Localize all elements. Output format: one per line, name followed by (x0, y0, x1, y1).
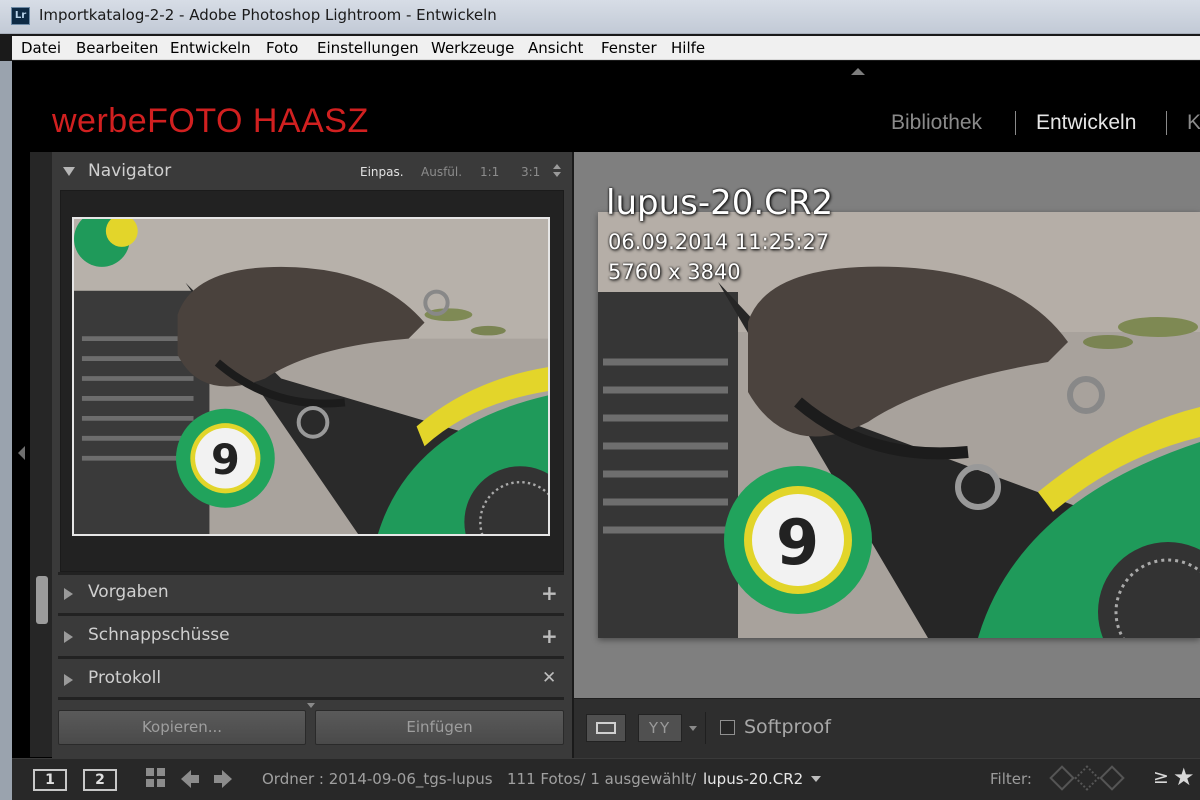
section-separator (58, 697, 564, 700)
section-separator (58, 613, 564, 616)
left-panel-scrollbar[interactable] (36, 576, 48, 624)
panel-schnappschuesse-title[interactable]: Schnappschüsse (88, 625, 230, 645)
filter-label: Filter: (990, 770, 1032, 788)
zoom-fit[interactable]: Einpas. (360, 165, 404, 179)
filmstrip-current-file[interactable]: lupus-20.CR2 (703, 770, 803, 788)
section-separator (58, 572, 564, 575)
add-preset-icon[interactable]: + (541, 581, 558, 605)
primary-screen-button[interactable]: 1 (33, 769, 67, 791)
navigator-preview-image[interactable]: 9 (72, 217, 550, 536)
motorcycle-thumbnail: 9 (74, 219, 548, 534)
panel-protokoll-title[interactable]: Protokoll (88, 668, 161, 688)
photo-datetime-overlay: 06.09.2014 11:25:27 (608, 230, 830, 254)
panel-grip-icon (307, 703, 315, 708)
window-frame-left (0, 61, 12, 800)
menu-fenster[interactable]: Fenster (601, 39, 657, 57)
menu-bearbeiten[interactable]: Bearbeiten (76, 39, 158, 57)
menu-bar: Datei Bearbeiten Entwickeln Foto Einstel… (12, 36, 1200, 60)
before-after-button[interactable]: YY (638, 714, 682, 742)
lightroom-app-icon[interactable]: Lr (11, 7, 30, 25)
menu-ansicht[interactable]: Ansicht (528, 39, 583, 57)
menu-entwickeln[interactable]: Entwickeln (170, 39, 251, 57)
clear-history-icon[interactable]: ✕ (542, 668, 556, 688)
loupe-view-button[interactable] (586, 714, 626, 742)
grid-view-icon[interactable] (146, 768, 166, 788)
window-titlebar: Lr Importkatalog-2-2 - Adobe Photoshop L… (0, 0, 1200, 34)
module-entwickeln[interactable]: Entwickeln (1036, 111, 1136, 135)
secondary-screen-button[interactable]: 2 (83, 769, 117, 791)
next-arrow-icon[interactable] (212, 768, 234, 790)
navigator-title: Navigator (88, 161, 172, 181)
previous-arrow-icon[interactable] (179, 768, 201, 790)
softproof-checkbox[interactable] (720, 720, 735, 735)
module-bibliothek[interactable]: Bibliothek (891, 111, 982, 135)
copy-button[interactable]: Kopieren... (58, 710, 306, 745)
star-rating-icon[interactable]: ★ (1173, 763, 1195, 791)
menu-werkzeuge[interactable]: Werkzeuge (431, 39, 514, 57)
menu-foto[interactable]: Foto (266, 39, 298, 57)
photo-dimensions-overlay: 5760 x 3840 (608, 260, 741, 284)
identity-plate: werbeFOTO HAASZ (52, 102, 369, 140)
zoom-3-1[interactable]: 3:1 (521, 165, 540, 179)
zoom-stepper-icon[interactable] (553, 164, 562, 178)
window-title: Importkatalog-2-2 - Adobe Photoshop Ligh… (39, 6, 497, 24)
toolbar-separator (705, 712, 706, 744)
top-panel-toggle-icon[interactable] (851, 68, 865, 75)
zoom-fill[interactable]: Ausfül. (421, 165, 462, 179)
disclosure-right-icon[interactable] (64, 631, 73, 643)
left-panel-scroll-track (30, 152, 52, 757)
disclosure-down-icon[interactable] (63, 167, 75, 176)
left-panel-collapse-icon[interactable] (18, 446, 25, 460)
svg-text:9: 9 (776, 506, 819, 579)
filmstrip-count: 111 Fotos/ 1 ausgewählt/ (507, 770, 697, 788)
filmstrip-dropdown-icon[interactable] (811, 776, 821, 782)
before-after-dropdown-icon[interactable] (689, 726, 697, 731)
disclosure-right-icon[interactable] (64, 588, 73, 600)
section-separator (58, 656, 564, 659)
paste-button[interactable]: Einfügen (315, 710, 564, 745)
menu-hilfe[interactable]: Hilfe (671, 39, 705, 57)
zoom-1-1[interactable]: 1:1 (480, 165, 499, 179)
menu-datei[interactable]: Datei (21, 39, 61, 57)
module-next[interactable]: K (1187, 111, 1200, 135)
loupe-icon (596, 722, 616, 734)
softproof-label: Softproof (744, 716, 831, 738)
module-separator (1166, 111, 1167, 135)
menu-einstellungen[interactable]: Einstellungen (317, 39, 419, 57)
svg-text:9: 9 (211, 436, 240, 484)
module-separator (1015, 111, 1016, 135)
panel-vorgaben-title[interactable]: Vorgaben (88, 582, 169, 602)
filmstrip-source[interactable]: Ordner : 2014-09-06_tgs-lupus (262, 770, 493, 788)
rating-operator[interactable]: ≥ (1153, 766, 1169, 788)
disclosure-right-icon[interactable] (64, 674, 73, 686)
add-snapshot-icon[interactable]: + (541, 624, 558, 648)
photo-filename-overlay: lupus-20.CR2 (606, 183, 834, 223)
